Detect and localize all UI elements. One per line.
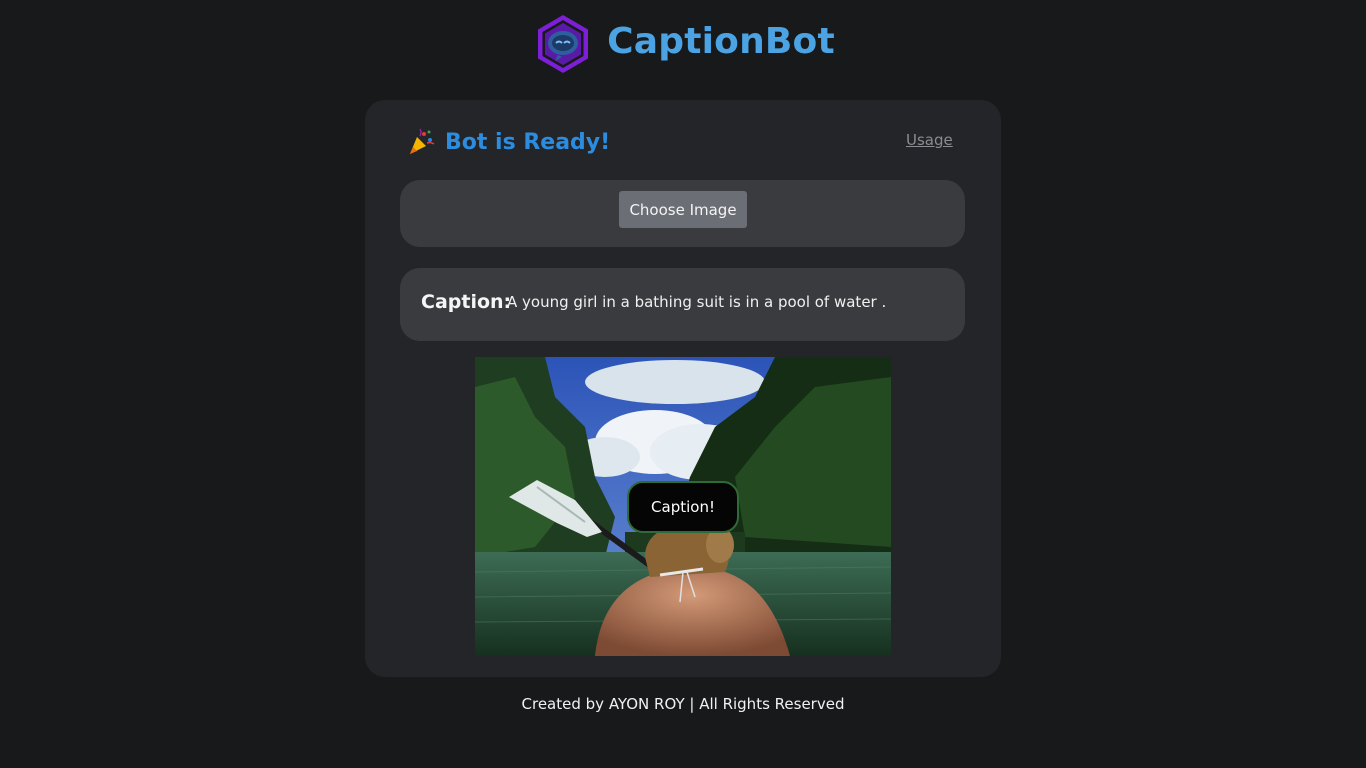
app-title: CaptionBot — [607, 20, 835, 62]
caption-panel: Caption: A young girl in a bathing suit … — [400, 268, 965, 341]
upload-panel: Choose Image — [400, 180, 965, 247]
robot-logo-icon — [538, 15, 589, 73]
choose-image-button[interactable]: Choose Image — [619, 191, 747, 228]
caption-text: A young girl in a bathing suit is in a p… — [507, 293, 887, 311]
main-card: Bot is Ready! Usage Choose Image Caption… — [365, 100, 1001, 677]
uploaded-image: Caption! — [475, 357, 891, 656]
status-text: Bot is Ready! — [445, 129, 611, 155]
caption-label: Caption: — [421, 291, 512, 313]
caption-button[interactable]: Caption! — [627, 481, 739, 533]
app-header: CaptionBot — [0, 12, 1366, 76]
party-popper-icon — [410, 128, 435, 154]
footer: Created by AYON ROY | All Rights Reserve… — [521, 695, 845, 713]
usage-link[interactable]: Usage — [906, 131, 953, 149]
bot-status: Bot is Ready! — [407, 128, 610, 156]
